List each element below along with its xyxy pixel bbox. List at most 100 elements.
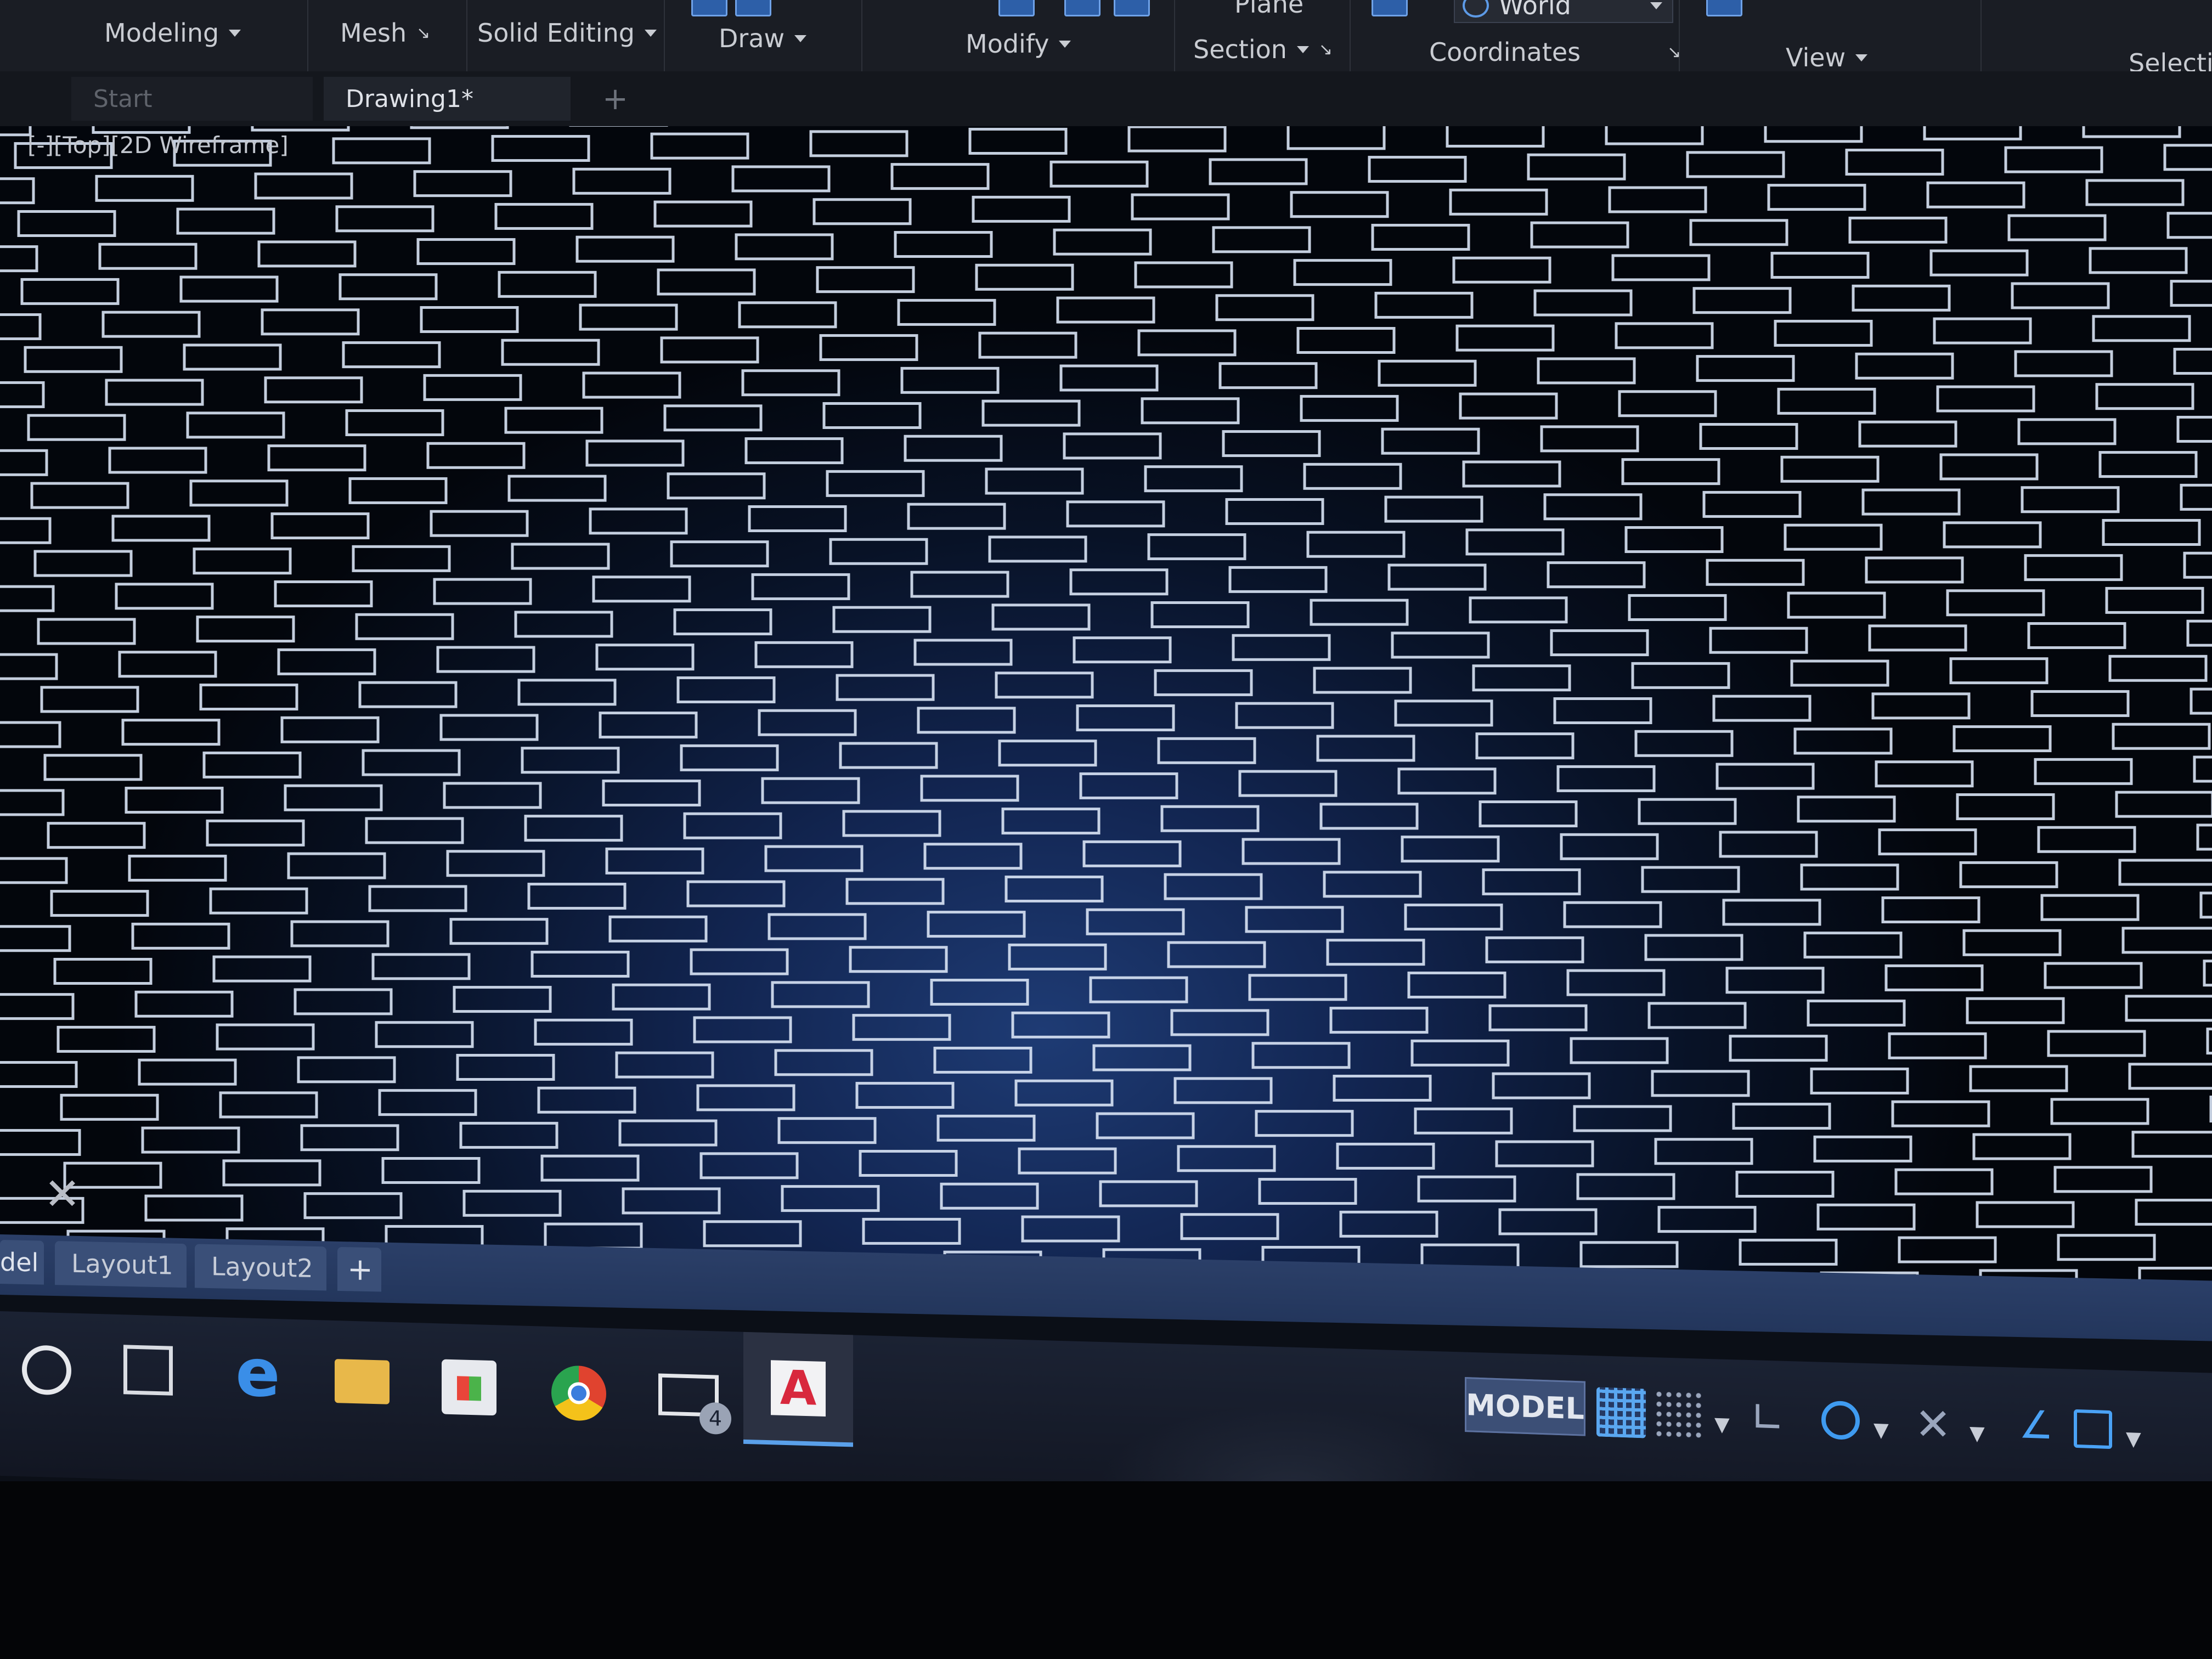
brick-rectangle: [1014, 1079, 1114, 1107]
edge-icon[interactable]: e: [230, 1334, 285, 1412]
panel-mesh[interactable]: Mesh ↘: [340, 16, 430, 49]
brick-rectangle: [98, 242, 198, 270]
brick-rectangle: [1793, 727, 1893, 755]
brick-rectangle: [771, 981, 870, 1008]
chrome-icon[interactable]: [551, 1365, 606, 1421]
drawing-viewport[interactable]: [-][Top][2D Wireframe] ✕: [0, 126, 2212, 1289]
brick-rectangle: [1816, 1203, 1916, 1231]
modify-tool-icon[interactable]: [1064, 0, 1101, 16]
brick-rectangle: [738, 301, 837, 329]
brick-rectangle: [1144, 465, 1243, 493]
screen: Plane World Modeling Mesh ↘ Solid Editin…: [0, 0, 2212, 1569]
panel-label: Mesh: [340, 18, 407, 48]
new-tab-button[interactable]: +: [592, 77, 636, 121]
model-space-button[interactable]: MODEL: [1465, 1377, 1585, 1436]
viewport-controls-label[interactable]: [-][Top][2D Wireframe]: [27, 132, 289, 159]
snap-icon[interactable]: [1654, 1389, 1703, 1441]
draw-tool-icon[interactable]: [691, 0, 727, 16]
selection-cycling-icon[interactable]: [2074, 1409, 2112, 1449]
brick-rectangle: [1173, 1077, 1273, 1104]
brick-rectangle: [209, 887, 308, 915]
panel-draw[interactable]: Draw: [719, 22, 807, 55]
new-layout-button[interactable]: +: [337, 1246, 381, 1292]
brick-rectangle: [589, 507, 688, 535]
dialog-launcher-icon[interactable]: ↘: [1667, 43, 1681, 62]
brick-rectangle: [1881, 896, 1980, 924]
view-tool-icon[interactable]: [1706, 0, 1742, 16]
brick-rectangle: [907, 503, 1006, 530]
brick-rectangle: [105, 379, 204, 406]
brick-rectangle: [2089, 247, 2188, 274]
brick-rectangle: [913, 639, 1013, 666]
chevron-down-icon: [794, 35, 807, 42]
panel-modify[interactable]: Modify: [966, 27, 1071, 60]
tab-start[interactable]: Start: [71, 77, 313, 121]
brick-rectangle: [923, 843, 1023, 870]
tab-model[interactable]: del: [0, 1240, 44, 1285]
brick-rectangle: [212, 955, 312, 983]
brick-rectangle: [375, 1021, 474, 1048]
chevron-down-icon[interactable]: ▼: [2126, 1427, 2141, 1451]
plus-icon: +: [602, 81, 628, 117]
ucs-world-select[interactable]: World: [1454, 0, 1673, 23]
tab-layout2[interactable]: Layout2: [195, 1244, 326, 1291]
brick-rectangle: [1566, 969, 1666, 996]
panel-solid-editing[interactable]: Solid Editing: [477, 16, 657, 49]
chevron-down-icon[interactable]: ▼: [1970, 1422, 1985, 1445]
brick-rectangle: [1127, 126, 1227, 153]
brick-rectangle: [653, 200, 753, 228]
osnap-icon[interactable]: ✕: [1915, 1398, 1964, 1451]
panel-view[interactable]: View: [1786, 41, 1868, 74]
brick-rectangle: [2098, 451, 2198, 478]
chevron-down-icon[interactable]: ▼: [1714, 1413, 1730, 1436]
dialog-launcher-icon[interactable]: ↘: [1319, 40, 1333, 59]
grid-icon[interactable]: [1596, 1387, 1646, 1438]
brick-rectangle: [507, 475, 607, 502]
dialog-launcher-icon[interactable]: ↘: [416, 24, 430, 43]
brick-rectangle: [95, 174, 194, 202]
ucs-tool-icon[interactable]: [1372, 0, 1408, 16]
brick-rectangle: [1706, 558, 1805, 586]
panel-section[interactable]: Section ↘: [1193, 33, 1333, 66]
chevron-down-icon[interactable]: ▼: [1874, 1419, 1889, 1442]
task-view-icon[interactable]: [123, 1345, 173, 1396]
brick-rectangle: [416, 238, 516, 266]
tab-layout1[interactable]: Layout1: [55, 1241, 187, 1288]
brick-rectangle: [0, 789, 65, 816]
plane-label[interactable]: Plane: [1234, 0, 1304, 19]
3d-osnap-icon[interactable]: ∠: [2019, 1402, 2068, 1453]
brick-rectangle: [128, 854, 227, 882]
modify-tool-icon[interactable]: [1114, 0, 1150, 16]
brick-rectangle: [1926, 181, 2025, 208]
brick-rectangle: [2125, 995, 2212, 1022]
file-explorer-icon[interactable]: [335, 1359, 390, 1404]
ucs-icon: ✕: [44, 1169, 81, 1220]
brick-rectangle: [179, 275, 279, 303]
brick-rectangle: [189, 479, 289, 507]
brick-rectangle: [751, 573, 850, 600]
brick-rectangle: [199, 684, 298, 711]
polar-icon[interactable]: [1821, 1400, 1860, 1441]
brick-rectangle: [683, 812, 782, 839]
brick-rectangle: [1469, 596, 1568, 624]
brick-rectangle: [27, 414, 126, 441]
brick-rectangle: [459, 1121, 558, 1149]
brick-rectangle: [1644, 934, 1743, 961]
brick-rectangle: [1810, 1067, 1909, 1094]
modify-tool-icon[interactable]: [998, 0, 1035, 16]
panel-coordinates[interactable]: Coordinates ↘: [1429, 36, 1681, 69]
panel-modeling[interactable]: Modeling: [104, 16, 241, 49]
brick-rectangle: [338, 273, 438, 301]
ortho-icon[interactable]: ∟: [1750, 1392, 1799, 1443]
brick-rectangle: [1651, 1070, 1750, 1097]
brick-rectangle: [544, 1222, 643, 1250]
brick-rectangle: [761, 777, 860, 804]
cortana-icon[interactable]: [22, 1345, 71, 1396]
tab-drawing1[interactable]: Drawing1*: [324, 77, 571, 121]
store-icon[interactable]: [442, 1359, 496, 1416]
brick-rectangle: [274, 580, 373, 607]
brick-rectangle: [1137, 329, 1237, 357]
draw-tool-icon[interactable]: [735, 0, 771, 16]
brick-rectangle: [758, 709, 857, 736]
brick-rectangle: [430, 510, 529, 537]
